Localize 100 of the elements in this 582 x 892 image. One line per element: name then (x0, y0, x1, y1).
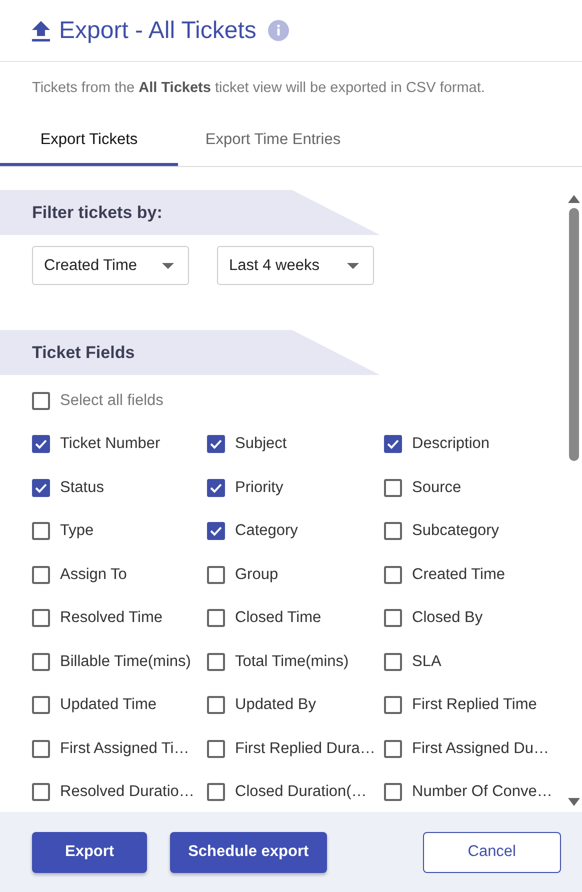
checkbox[interactable] (384, 696, 402, 714)
checkbox[interactable] (384, 522, 402, 540)
checkbox[interactable] (32, 696, 50, 714)
checkbox-label: Assign To (60, 566, 127, 584)
checkbox-label: Description (412, 435, 490, 454)
checkbox-label: Resolved Duratio… (60, 783, 194, 802)
checkbox[interactable] (207, 609, 225, 628)
checkbox-label: Total Time(mins) (235, 652, 349, 671)
checkbox[interactable] (32, 435, 50, 454)
checkbox[interactable] (207, 566, 225, 584)
checkbox[interactable] (384, 566, 402, 584)
caret-icon (347, 262, 359, 268)
checkbox[interactable] (207, 783, 225, 802)
checkbox-label: Category (235, 522, 298, 540)
checkbox-item[interactable]: Total Time(mins) (207, 640, 384, 684)
action-button[interactable]: Export (32, 832, 148, 872)
section-heading: Filter tickets by: (0, 190, 380, 235)
checkbox[interactable] (207, 522, 225, 540)
checkbox[interactable] (384, 435, 402, 454)
checkbox-item[interactable]: Created Time (384, 553, 564, 596)
tab[interactable]: Export Time Entries (178, 116, 368, 166)
checkbox[interactable] (384, 652, 402, 671)
checkbox[interactable] (207, 435, 225, 454)
checkbox-label: First Replied Dura… (235, 740, 376, 758)
checkbox-label: Closed Duration(… (235, 783, 367, 802)
checkbox-label: Resolved Time (60, 609, 163, 628)
checkbox-item[interactable]: Closed Time (207, 596, 384, 640)
checkbox-label: Status (60, 478, 104, 497)
checkbox-label: First Assigned Du… (412, 740, 549, 758)
checkbox-label: Select all fields (60, 392, 164, 410)
checkbox-item[interactable]: Resolved Time (32, 596, 207, 640)
action-button[interactable]: Cancel (422, 832, 561, 872)
checkbox-item[interactable]: First Replied Dura… (207, 727, 384, 770)
caret-icon (162, 262, 174, 268)
dropdown[interactable]: Created Time (32, 246, 189, 285)
checkbox[interactable] (32, 522, 50, 540)
checkbox-label: First Replied Time (412, 696, 537, 714)
checkbox-label: Priority (235, 478, 284, 497)
scroll-up-icon[interactable] (568, 195, 580, 203)
checkbox-label: Created Time (412, 566, 506, 584)
checkbox-item[interactable]: Resolved Duratio… (32, 770, 207, 812)
checkbox-label: Number Of Conve… (412, 783, 552, 802)
checkbox-item[interactable]: Category (207, 510, 384, 553)
checkbox-label: First Assigned Ti… (60, 740, 190, 758)
checkbox-label: Billable Time(mins) (60, 652, 191, 671)
checkbox-item[interactable]: Priority (207, 466, 384, 510)
description-text: Tickets from the All Tickets ticket view will be exported in CSV format. (31, 79, 486, 98)
checkbox-item[interactable]: Billable Time(mins) (32, 640, 207, 684)
checkbox[interactable] (32, 566, 50, 584)
checkbox-item[interactable]: Group (207, 553, 384, 596)
checkbox[interactable] (207, 478, 225, 497)
checkbox-item[interactable]: Assign To (32, 553, 207, 596)
checkbox[interactable] (32, 609, 50, 628)
scrollbar-thumb[interactable] (569, 208, 579, 461)
checkbox-item[interactable]: Select all fields (32, 379, 534, 422)
checkbox[interactable] (32, 740, 50, 758)
section-heading: Ticket Fields (0, 330, 380, 375)
checkbox-label: Subject (235, 435, 287, 454)
checkbox-item[interactable]: Subject (207, 422, 384, 466)
scroll-down-icon[interactable] (568, 798, 580, 806)
checkbox[interactable] (32, 783, 50, 802)
checkbox[interactable] (207, 740, 225, 758)
checkbox-item[interactable]: First Assigned Du… (384, 727, 564, 770)
checkbox-label: Type (60, 522, 94, 540)
checkbox-item[interactable]: Type (32, 510, 207, 553)
dialog-title: Export - All Tickets (59, 16, 256, 44)
checkbox-item[interactable]: SLA (384, 640, 564, 684)
checkbox[interactable] (384, 783, 402, 802)
checkbox-item[interactable]: Updated Time (32, 684, 207, 727)
checkbox-item[interactable]: Number Of Conve… (384, 770, 564, 812)
checkbox-item[interactable]: Ticket Number (32, 422, 207, 466)
checkbox-label: Updated Time (60, 696, 156, 714)
checkbox-label: Updated By (235, 696, 316, 714)
dropdown[interactable]: Last 4 weeks (217, 246, 374, 285)
checkbox[interactable] (32, 392, 50, 410)
checkbox-label: Subcategory (412, 522, 500, 540)
checkbox-item[interactable]: Closed Duration(… (207, 770, 384, 812)
checkbox[interactable] (384, 740, 402, 758)
checkbox[interactable] (32, 652, 50, 671)
checkbox[interactable] (384, 609, 402, 628)
checkbox-label: SLA (412, 652, 442, 671)
checkbox-item[interactable]: Source (384, 466, 564, 510)
checkbox-item[interactable]: Updated By (207, 684, 384, 727)
checkbox-item[interactable]: Closed By (384, 596, 564, 640)
checkbox[interactable] (32, 478, 50, 497)
upload-icon (31, 20, 51, 42)
tab[interactable]: Export Tickets (0, 116, 178, 166)
checkbox-item[interactable]: Status (32, 466, 207, 510)
checkbox-label: Closed Time (235, 609, 322, 628)
action-button[interactable]: Schedule export (170, 832, 327, 872)
checkbox-item[interactable]: Description (384, 422, 564, 466)
checkbox-label: Source (412, 478, 462, 497)
checkbox[interactable] (207, 696, 225, 714)
checkbox[interactable] (207, 652, 225, 671)
checkbox-label: Ticket Number (60, 435, 160, 454)
checkbox[interactable] (384, 478, 402, 497)
checkbox-label: Group (235, 566, 278, 584)
checkbox-item[interactable]: First Replied Time (384, 684, 564, 727)
checkbox-item[interactable]: Subcategory (384, 510, 564, 553)
checkbox-item[interactable]: First Assigned Ti… (32, 727, 207, 770)
